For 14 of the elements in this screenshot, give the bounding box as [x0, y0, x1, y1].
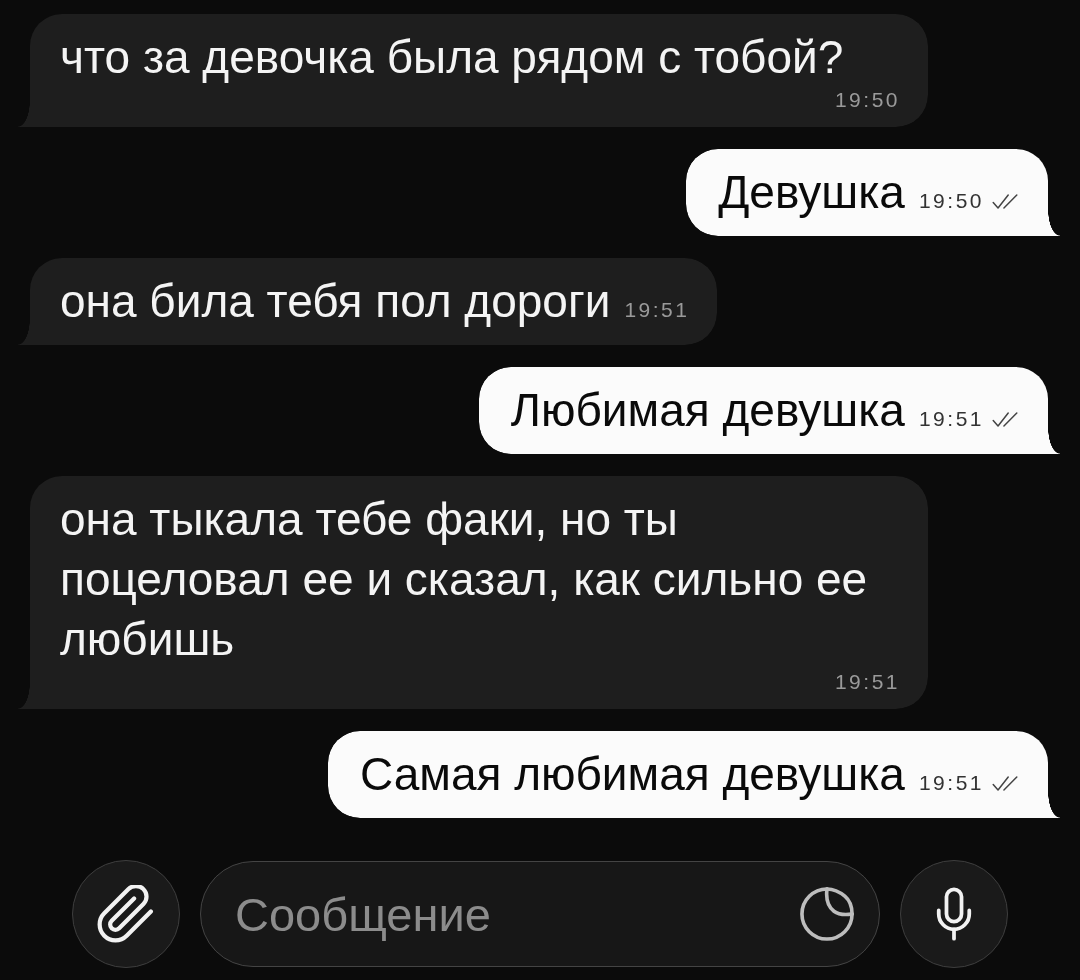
message-text: она тыкала тебе факи, но ты поцеловал ее и сказал, как сильно ее любишь: [60, 492, 869, 667]
message-input[interactable]: Сообщение: [200, 861, 880, 967]
message-time: 19:51: [624, 297, 690, 323]
message-time: 19:51: [918, 770, 984, 796]
message-text: Девушка: [718, 165, 905, 220]
message-time: 19:50: [834, 87, 900, 113]
message-time: 19:50: [918, 188, 984, 214]
message-text: что за девочка была рядом с тобой?: [60, 30, 844, 85]
message-text: Самая любимая девушка: [359, 747, 905, 802]
message-text: она била тебя пол дороги: [60, 274, 611, 329]
message-time: 19:51: [918, 406, 984, 432]
message-time: 19:51: [834, 669, 900, 695]
paperclip-icon: [97, 885, 155, 943]
message-text: Любимая девушка: [510, 383, 905, 438]
